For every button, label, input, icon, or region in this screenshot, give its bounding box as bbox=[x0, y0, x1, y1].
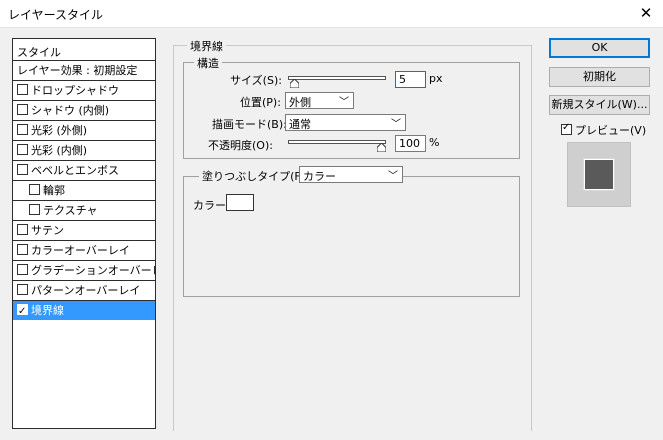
style-item-blending[interactable]: レイヤー効果 : 初期設定 bbox=[13, 61, 155, 81]
style-item-label: カラーオーバーレイ bbox=[31, 244, 130, 257]
size-value: 5 bbox=[399, 73, 406, 86]
position-value: 外側 bbox=[289, 96, 311, 109]
fill-type-label: 塗りつぶしタイプ(F): bbox=[199, 168, 312, 184]
style-checkbox[interactable] bbox=[17, 144, 28, 155]
preview-checkbox[interactable] bbox=[561, 122, 572, 135]
close-icon[interactable]: ✕ bbox=[634, 2, 658, 24]
opacity-slider-track[interactable] bbox=[288, 140, 386, 144]
blend-select[interactable]: 通常 ﹀ bbox=[285, 114, 406, 131]
reset-button[interactable]: 初期化 bbox=[549, 67, 650, 87]
style-checkbox[interactable] bbox=[17, 84, 28, 95]
color-swatch[interactable] bbox=[226, 194, 254, 211]
size-unit: px bbox=[429, 72, 443, 85]
styles-header[interactable]: スタイル bbox=[13, 39, 155, 61]
style-item-label: 境界線 bbox=[31, 304, 64, 317]
style-item[interactable]: グラデーションオーバーレイ bbox=[13, 261, 155, 281]
style-item[interactable]: カラーオーバーレイ bbox=[13, 241, 155, 261]
style-checkbox[interactable] bbox=[17, 124, 28, 135]
style-item-label: 光彩 (内側) bbox=[31, 144, 88, 157]
chevron-down-icon: ﹀ bbox=[388, 171, 398, 182]
size-label: サイズ(S): bbox=[230, 74, 282, 87]
style-item-label: シャドウ (内側) bbox=[31, 104, 110, 117]
new-style-button[interactable]: 新規スタイル(W)... bbox=[549, 95, 650, 115]
preview-checkbox-row[interactable]: プレビュー(V) bbox=[561, 122, 646, 138]
style-item-label: 輪郭 bbox=[43, 184, 65, 197]
opacity-slider-thumb[interactable] bbox=[377, 143, 386, 152]
style-item[interactable]: パターンオーバーレイ bbox=[13, 281, 155, 301]
color-label: カラー: bbox=[193, 199, 230, 212]
opacity-value: 100 bbox=[399, 137, 420, 150]
stroke-group-title: 境界線 bbox=[187, 38, 226, 54]
style-item[interactable]: ドロップシャドウ bbox=[13, 81, 155, 101]
size-slider-track[interactable] bbox=[288, 76, 386, 80]
style-checkbox[interactable] bbox=[29, 204, 40, 215]
size-slider-thumb[interactable] bbox=[289, 79, 299, 88]
style-item[interactable]: 光彩 (内側) bbox=[13, 141, 155, 161]
blend-label: 描画モード(B): bbox=[212, 118, 287, 131]
size-input[interactable]: 5 bbox=[395, 71, 426, 88]
style-item-label: テクスチャ bbox=[43, 204, 98, 217]
position-select[interactable]: 外側 ﹀ bbox=[285, 92, 354, 109]
style-item[interactable]: 輪郭 bbox=[13, 181, 155, 201]
title-bar: レイヤースタイル ✕ bbox=[0, 0, 663, 28]
blend-value: 通常 bbox=[289, 118, 311, 131]
style-checkbox[interactable] bbox=[17, 104, 28, 115]
style-item-label: グラデーションオーバーレイ bbox=[31, 264, 155, 277]
structure-title: 構造 bbox=[194, 55, 222, 71]
preview-swatch bbox=[584, 159, 614, 190]
style-checkbox[interactable] bbox=[17, 264, 28, 275]
style-item-label: ベベルとエンボス bbox=[31, 164, 119, 177]
style-checkbox[interactable] bbox=[17, 244, 28, 255]
style-checkbox[interactable] bbox=[17, 164, 28, 175]
style-item[interactable]: 光彩 (外側) bbox=[13, 121, 155, 141]
preview-label: プレビュー(V) bbox=[575, 124, 647, 137]
styles-list: スタイル レイヤー効果 : 初期設定 ドロップシャドウ シャドウ (内側) 光彩 (外… bbox=[12, 38, 156, 429]
style-item[interactable]: 境界線 bbox=[13, 301, 155, 320]
style-checkbox[interactable] bbox=[17, 302, 28, 319]
style-checkbox[interactable] bbox=[17, 284, 28, 295]
style-item[interactable]: サテン bbox=[13, 221, 155, 241]
style-item[interactable]: シャドウ (内側) bbox=[13, 101, 155, 121]
style-item[interactable]: ベベルとエンボス bbox=[13, 161, 155, 181]
style-checkbox[interactable] bbox=[17, 224, 28, 235]
style-item-label: レイヤー効果 : 初期設定 bbox=[17, 64, 138, 77]
window-title: レイヤースタイル bbox=[8, 8, 104, 22]
preview-thumbnail bbox=[567, 142, 631, 207]
chevron-down-icon: ﹀ bbox=[339, 97, 349, 108]
opacity-unit: % bbox=[429, 136, 440, 149]
style-checkbox[interactable] bbox=[29, 184, 40, 195]
style-item-label: 光彩 (外側) bbox=[31, 124, 88, 137]
opacity-input[interactable]: 100 bbox=[395, 135, 426, 152]
position-label: 位置(P): bbox=[240, 96, 281, 109]
style-item-label: サテン bbox=[31, 224, 64, 237]
chevron-down-icon: ﹀ bbox=[391, 119, 401, 130]
fill-type-select[interactable]: カラー ﹀ bbox=[299, 166, 403, 183]
style-item-label: パターンオーバーレイ bbox=[31, 284, 141, 297]
style-item[interactable]: テクスチャ bbox=[13, 201, 155, 221]
opacity-label: 不透明度(O): bbox=[208, 139, 273, 152]
style-item-label: ドロップシャドウ bbox=[31, 84, 119, 97]
fill-type-value: カラー bbox=[303, 170, 336, 183]
ok-button[interactable]: OK bbox=[549, 38, 650, 58]
